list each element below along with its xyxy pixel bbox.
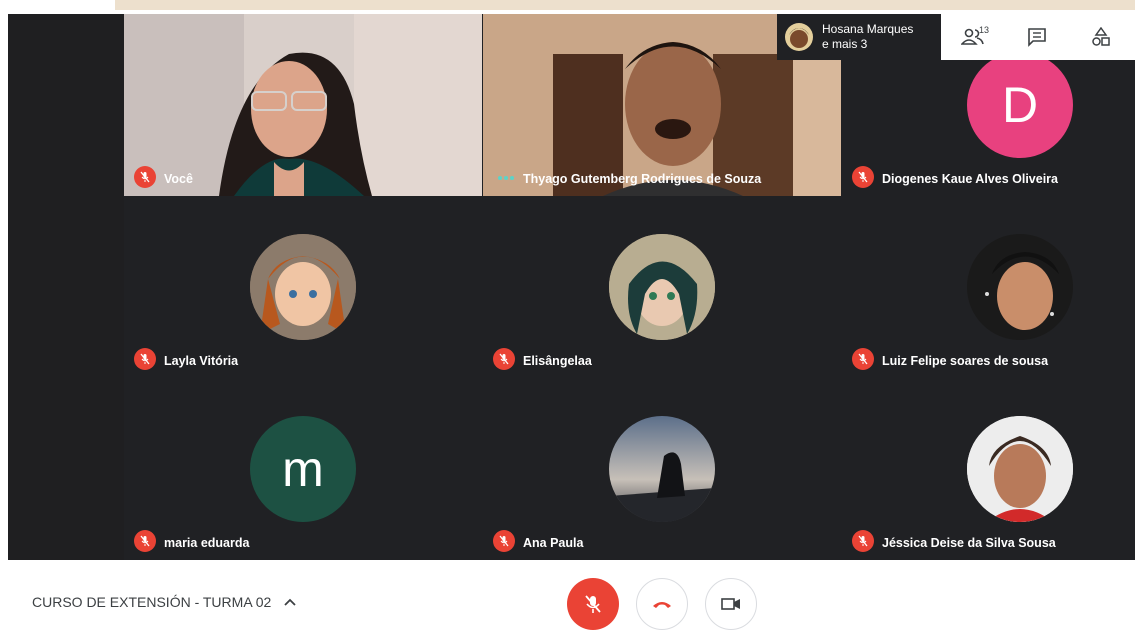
top-toolbar: 13 xyxy=(941,14,1135,60)
activities-button[interactable] xyxy=(1069,14,1133,60)
speaking-indicator-icon xyxy=(498,176,514,180)
participant-name: Thyago Gutemberg Rodrigues de Souza xyxy=(523,172,762,186)
tile-participant: m maria eduarda xyxy=(124,378,482,560)
meeting-details[interactable]: CURSO DE EXTENSIÓN - TURMA 02 xyxy=(32,594,297,610)
avatar xyxy=(967,416,1073,522)
header-name: Hosana Marques xyxy=(822,22,914,36)
activities-icon xyxy=(1092,27,1110,46)
avatar xyxy=(250,234,356,340)
avatar-initial: D xyxy=(1001,77,1039,133)
tile-participant: Luiz Felipe soares de sousa xyxy=(842,196,1135,378)
hang-up-icon xyxy=(653,602,671,608)
chat-icon xyxy=(1028,28,1046,47)
participant-name: Jéssica Deise da Silva Sousa xyxy=(882,536,1056,550)
chat-button[interactable] xyxy=(1005,14,1069,60)
tile-participant: Elisângelaa xyxy=(483,196,841,378)
people-count: 13 xyxy=(979,25,990,35)
avatar xyxy=(609,234,715,340)
avatar xyxy=(967,234,1073,340)
participant-name: Layla Vitória xyxy=(164,354,239,368)
participant-name: Luiz Felipe soares de sousa xyxy=(882,354,1049,368)
tile-participant: Ana Paula xyxy=(483,378,841,560)
avatar: m xyxy=(250,416,356,522)
video-grid: Você Thyago Gutemberg Rodrigues de Souza… xyxy=(124,14,1135,560)
bottom-bar: CURSO DE EXTENSIÓN - TURMA 02 xyxy=(0,560,1135,637)
participant-name: Ana Paula xyxy=(523,536,584,550)
participant-name: Você xyxy=(164,172,193,186)
muted-mic-icon xyxy=(493,348,515,370)
people-button[interactable]: 13 xyxy=(941,14,1005,60)
left-panel xyxy=(8,14,124,560)
participant-name: Diogenes Kaue Alves Oliveira xyxy=(882,172,1059,186)
participant-name: maria eduarda xyxy=(164,536,250,550)
avatar: D xyxy=(967,52,1073,158)
header-more: e mais 3 xyxy=(822,37,868,51)
participant-name: Elisângelaa xyxy=(523,354,592,368)
muted-mic-icon xyxy=(852,348,874,370)
muted-mic-icon xyxy=(493,530,515,552)
muted-mic-icon xyxy=(134,166,156,188)
muted-mic-icon xyxy=(852,530,874,552)
avatar xyxy=(609,416,715,522)
meeting-title: CURSO DE EXTENSIÓN - TURMA 02 xyxy=(32,594,272,610)
browser-top-strip xyxy=(0,0,1135,14)
muted-mic-icon xyxy=(134,530,156,552)
muted-mic-icon xyxy=(134,348,156,370)
participants-header[interactable]: Hosana Marques e mais 3 xyxy=(777,14,941,60)
chevron-up-icon xyxy=(284,598,296,606)
tile-participant: Layla Vitória xyxy=(124,196,482,378)
tile-self: Você xyxy=(124,14,482,196)
avatar-initial: m xyxy=(282,441,324,497)
self-video xyxy=(124,14,482,196)
leave-call-button[interactable] xyxy=(636,578,688,630)
avatar xyxy=(785,23,813,51)
tile-participant: Jéssica Deise da Silva Sousa xyxy=(842,378,1135,560)
muted-mic-icon xyxy=(852,166,874,188)
mic-off-icon xyxy=(585,595,601,613)
camera-icon xyxy=(721,598,740,610)
mic-toggle-button[interactable] xyxy=(567,578,619,630)
camera-toggle-button[interactable] xyxy=(705,578,757,630)
